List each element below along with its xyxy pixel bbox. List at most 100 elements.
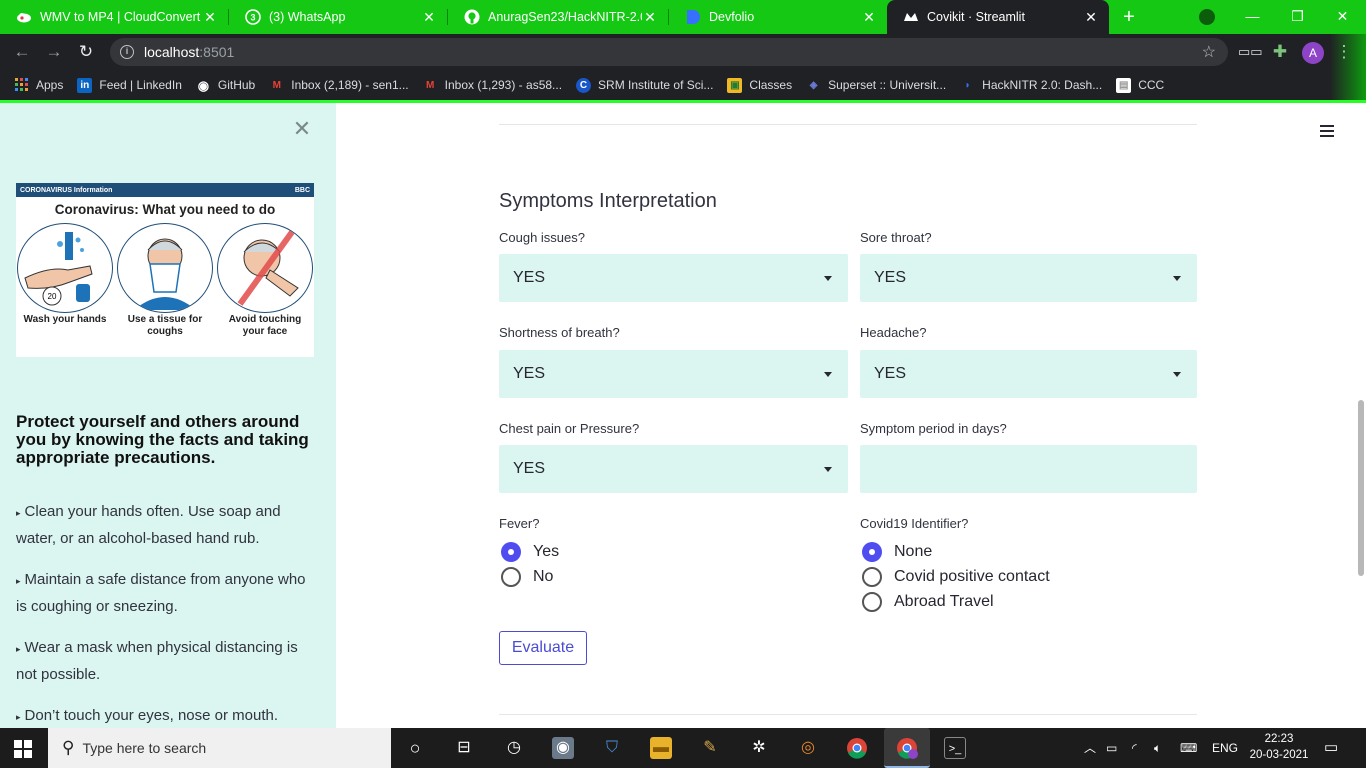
bookmark-github[interactable]: ◉ GitHub [196, 78, 256, 93]
bookmark-linkedin[interactable]: in Feed | LinkedIn [77, 77, 182, 93]
chevron-up-icon[interactable]: ︿ [1084, 728, 1096, 768]
close-tab-icon[interactable]: ✕ [861, 9, 877, 26]
restore-icon[interactable]: ❐ [1275, 0, 1320, 34]
close-tab-icon[interactable]: ✕ [202, 9, 218, 26]
close-tab-icon[interactable]: ✕ [642, 9, 658, 26]
paint-icon[interactable]: ✎ [699, 737, 721, 759]
address-host: localhost [144, 44, 200, 60]
fever-option-no[interactable]: No [501, 567, 553, 587]
avatar[interactable]: A [1302, 42, 1324, 64]
bookmark-apps[interactable]: Apps [14, 77, 63, 93]
chrome-icon[interactable] [846, 737, 868, 759]
camera-icon[interactable]: ◉ [552, 737, 574, 759]
site-info-icon[interactable]: i [120, 45, 134, 59]
terminal-icon[interactable]: >_ [944, 737, 966, 759]
volume-icon[interactable]: 🔈︎ [1154, 728, 1161, 768]
address-bar[interactable]: i localhost:8501 ☆ [110, 38, 1228, 66]
fever-option-yes[interactable]: Yes [501, 542, 559, 562]
devfolio-icon: ◗ [964, 79, 971, 91]
bookmark-superset[interactable]: ◈ Superset :: Universit... [806, 78, 946, 93]
taskbar-search-input[interactable]: ⚲ Type here to search [48, 728, 391, 768]
download-status-icon[interactable] [1199, 9, 1215, 25]
extension-reader-icon[interactable]: ▭▭ [1238, 42, 1263, 62]
clock-time: 22:23 [1264, 733, 1294, 745]
bookmark-gmail-2[interactable]: M Inbox (1,293) - as58... [423, 78, 562, 93]
poster-item-wash-hands: 20 Wash your hands [17, 223, 113, 338]
identifier-option-none[interactable]: None [862, 542, 932, 562]
extensions-puzzle-icon[interactable]: ✚ [1270, 42, 1290, 62]
task-view-icon[interactable]: ⊟ [453, 737, 475, 759]
taskbar-clock[interactable]: 22:23 20-03-2021 [1244, 731, 1314, 763]
minimize-icon[interactable]: — [1230, 0, 1275, 34]
srm-icon: C [576, 77, 592, 93]
search-icon: ⚲ [62, 738, 75, 757]
forward-arrow-icon[interactable]: → [44, 42, 64, 62]
page-scrollbar[interactable] [1358, 400, 1364, 576]
bbc-logo: BBC [294, 186, 310, 194]
bookmark-ccc[interactable]: ▤ CCC [1116, 77, 1164, 93]
chest-select[interactable]: YES [499, 445, 848, 493]
sore-throat-select[interactable]: YES [860, 254, 1197, 302]
tab-github[interactable]: AnuragSen23/HackNITR-2.0- ✕ [448, 0, 668, 34]
symptom-period-input[interactable] [860, 445, 1197, 493]
bookmark-srm[interactable]: C SRM Institute of Sci... [576, 77, 713, 93]
back-arrow-icon[interactable]: ← [12, 42, 32, 62]
reload-icon[interactable]: ↻ [76, 42, 96, 62]
windows-start-icon[interactable] [14, 740, 32, 758]
superset-icon: ◈ [809, 79, 818, 91]
cortana-icon[interactable]: ○ [404, 737, 426, 759]
close-window-icon[interactable]: ✕ [1320, 0, 1365, 34]
defender-shield-icon[interactable]: ⛉ [601, 737, 623, 759]
bookmark-label: Inbox (1,293) - as58... [444, 78, 563, 92]
tip-text: Clean your hands often. Use soap and wat… [16, 503, 281, 547]
language-indicator[interactable]: ENG [1212, 728, 1238, 768]
bookmark-star-icon[interactable]: ☆ [1202, 42, 1216, 62]
sidebar: ✕ CORONAVIRUS Information BBC Coronaviru… [0, 103, 336, 728]
tab-streamlit[interactable]: Covikit · Streamlit ✕ [887, 0, 1109, 34]
cough-select[interactable]: YES [499, 254, 848, 302]
identifier-option-contact[interactable]: Covid positive contact [862, 567, 1050, 587]
no-face-touch-icon [217, 223, 313, 313]
whatsapp-badge: 3 [250, 13, 255, 23]
chrome-profile-icon[interactable] [884, 728, 930, 768]
clock-app-icon[interactable]: ◷ [503, 737, 525, 759]
radio-label: No [533, 568, 554, 585]
breath-select[interactable]: YES [499, 350, 848, 398]
tab-cloudconvert[interactable]: WMV to MP4 | CloudConvert ✕ [0, 0, 228, 34]
wifi-icon[interactable]: ◜ [1132, 728, 1137, 768]
gmail-icon: M [272, 79, 281, 91]
close-sidebar-icon[interactable]: ✕ [292, 118, 312, 140]
classroom-icon: ▣ [727, 77, 743, 93]
bookmark-hacknitr[interactable]: ◗ HackNITR 2.0: Dash... [960, 78, 1103, 93]
bullet-icon: ▸ [16, 508, 21, 518]
bookmark-gmail-1[interactable]: M Inbox (2,189) - sen1... [269, 78, 409, 93]
keyboard-icon[interactable]: ⌨ [1180, 728, 1197, 768]
bookmark-label: Inbox (2,189) - sen1... [291, 78, 409, 92]
poster-banner-label: CORONAVIRUS Information [20, 186, 113, 194]
blender-app-icon[interactable]: ◎ [797, 737, 819, 759]
hamburger-menu-icon[interactable] [1320, 125, 1334, 137]
headache-select[interactable]: YES [860, 350, 1197, 398]
poster-banner: CORONAVIRUS Information BBC [16, 183, 314, 197]
evaluate-button[interactable]: Evaluate [499, 631, 587, 665]
cough-label: Cough issues? [499, 230, 585, 245]
battery-icon[interactable]: ▭ [1106, 728, 1117, 768]
file-explorer-icon[interactable]: ▬ [650, 737, 672, 759]
bookmark-classes[interactable]: ▣ Classes [727, 77, 792, 93]
tab-whatsapp[interactable]: 3 (3) WhatsApp ✕ [229, 0, 447, 34]
close-tab-icon[interactable]: ✕ [1083, 9, 1099, 26]
tab-devfolio[interactable]: Devfolio ✕ [669, 0, 887, 34]
divider [499, 124, 1197, 125]
radio-unselected-icon [862, 592, 882, 612]
notification-icon[interactable]: ▭ [1324, 728, 1338, 768]
hand-washing-icon: 20 [17, 223, 113, 313]
clock-date: 20-03-2021 [1249, 749, 1309, 761]
new-tab-icon[interactable]: + [1118, 6, 1140, 28]
spider-app-icon[interactable]: ✲ [748, 737, 770, 759]
coronavirus-poster: CORONAVIRUS Information BBC Coronavirus:… [16, 183, 314, 357]
search-placeholder: Type here to search [82, 740, 207, 756]
cloud-icon [16, 9, 32, 25]
identifier-option-travel[interactable]: Abroad Travel [862, 592, 994, 612]
close-tab-icon[interactable]: ✕ [421, 9, 437, 26]
radio-label: Covid positive contact [894, 568, 1050, 585]
